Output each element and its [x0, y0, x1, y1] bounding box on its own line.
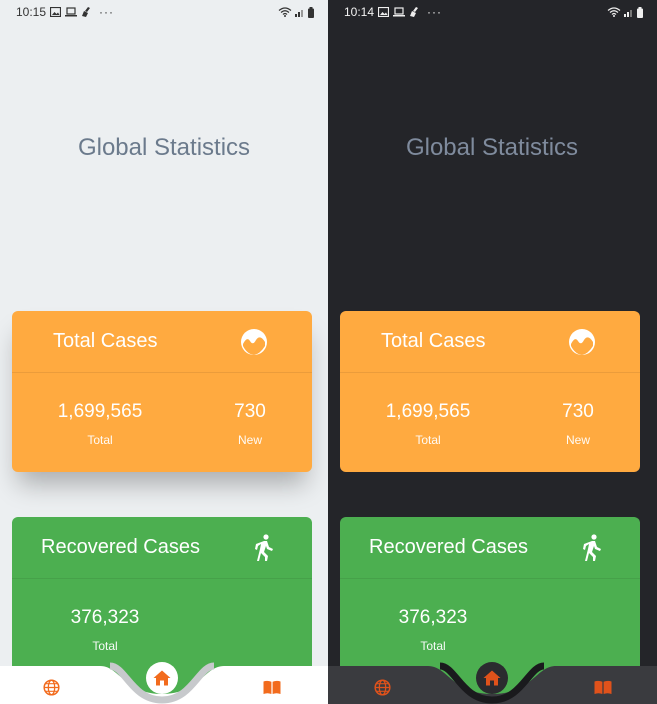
status-time: 10:15 [16, 5, 47, 19]
total-cases-total-label: Total [415, 433, 441, 447]
total-cases-total-label: Total [87, 433, 113, 447]
nav-book-button[interactable] [263, 678, 281, 696]
total-cases-total-value: 1,699,565 [385, 401, 471, 422]
dark-screen: 10:14 ··· Global Statistics Total Cases … [328, 0, 657, 704]
nav-globe-button[interactable] [42, 678, 60, 696]
total-cases-card[interactable]: Total Cases 1,699,565 Total 730 New [12, 311, 312, 472]
status-bar: 10:15 ··· [0, 0, 328, 24]
nav-globe-button[interactable] [373, 678, 391, 696]
status-more: ··· [427, 5, 443, 19]
total-cases-new-value: 730 [562, 401, 594, 422]
nav-home-button[interactable] [476, 662, 508, 694]
status-bar: 10:14 ··· [328, 0, 657, 24]
total-cases-new-stat: 730 New [188, 401, 312, 447]
status-more: ··· [99, 5, 115, 19]
total-cases-title: Total Cases [381, 330, 486, 352]
total-cases-title: Total Cases [53, 330, 158, 352]
total-cases-total-stat: 1,699,565 Total [340, 401, 516, 447]
recovered-cases-total-value: 376,323 [70, 607, 140, 628]
recovered-cases-total-stat: 376,323 Total [12, 607, 198, 653]
total-cases-new-label: New [565, 433, 590, 447]
laptop-icon [393, 7, 406, 17]
nav-home-button[interactable] [146, 662, 178, 694]
globe-icon [42, 678, 60, 696]
walking-person-icon [578, 533, 606, 562]
page-title: Global Statistics [405, 134, 579, 161]
total-cases-total-stat: 1,699,565 Total [12, 401, 188, 447]
broom-icon [410, 7, 419, 17]
recovered-cases-total-stat: 376,323 Total [340, 607, 526, 653]
light-screen: 10:15 ··· Global Statistics Total Cases … [0, 0, 328, 704]
globe-icon [373, 678, 391, 696]
total-cases-total-value: 1,699,565 [57, 401, 143, 422]
home-icon [153, 670, 171, 686]
status-time: 10:14 [344, 5, 375, 19]
book-icon [263, 680, 281, 694]
total-cases-new-label: New [237, 433, 262, 447]
recovered-cases-title: Recovered Cases [41, 536, 200, 558]
battery-icon [308, 6, 314, 18]
gallery-icon [378, 7, 390, 17]
total-cases-card[interactable]: Total Cases 1,699,565 Total 730 New [340, 311, 640, 472]
signal-icon [295, 10, 303, 17]
recovered-cases-total-value: 376,323 [398, 607, 468, 628]
walking-person-icon [250, 533, 278, 562]
chart-circle-icon [568, 328, 596, 356]
page-title: Global Statistics [77, 134, 251, 161]
recovered-cases-total-label: Total [92, 639, 118, 653]
nav-book-button[interactable] [594, 678, 612, 696]
battery-icon [637, 6, 643, 18]
total-cases-new-stat: 730 New [516, 401, 640, 447]
wifi-icon [607, 7, 621, 17]
recovered-cases-total-label: Total [420, 639, 446, 653]
recovered-cases-title: Recovered Cases [369, 536, 528, 558]
signal-icon [624, 10, 632, 17]
home-icon [483, 670, 501, 686]
bottom-navbar [0, 662, 328, 704]
wifi-icon [278, 7, 292, 17]
book-icon [594, 680, 612, 694]
gallery-icon [50, 7, 62, 17]
broom-icon [82, 7, 91, 17]
chart-circle-icon [240, 328, 268, 356]
bottom-navbar [328, 662, 657, 704]
laptop-icon [65, 7, 78, 17]
total-cases-new-value: 730 [234, 401, 266, 422]
